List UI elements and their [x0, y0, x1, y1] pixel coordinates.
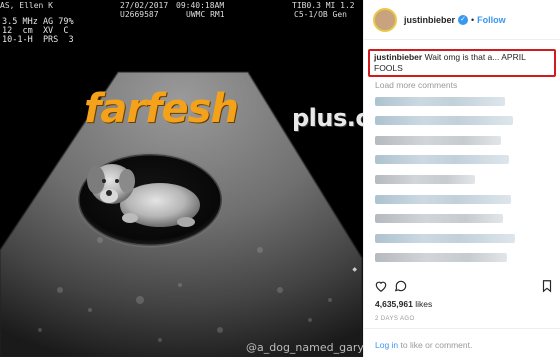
blurred-comment [375, 155, 509, 164]
blurred-comment [375, 116, 513, 125]
header-separator: • [471, 14, 475, 25]
post-sidebar: justinbieber ✓ • Follow justinbieber Wai… [363, 0, 560, 357]
post-actions [374, 279, 554, 293]
farfesh-logo: farfesh [84, 86, 239, 132]
blurred-comment [375, 234, 515, 243]
post-username[interactable]: justinbieber [404, 15, 455, 25]
blurred-comment [375, 214, 503, 223]
comment-username[interactable]: justinbieber [374, 52, 422, 62]
image-watermark: @a_dog_named_gary [246, 341, 363, 354]
blurred-comment [375, 136, 501, 145]
blurred-comment [375, 97, 505, 106]
blurred-comment [375, 175, 475, 184]
ultrasound-params: 3.5 MHz AG 79% 12 cm XV C 10-1-H PRS 3 [2, 17, 74, 45]
follow-button[interactable]: Follow [477, 15, 506, 25]
bookmark-icon[interactable] [540, 279, 554, 293]
post-header: justinbieber ✓ • Follow [364, 0, 560, 40]
blurred-comment [375, 253, 507, 262]
login-prompt: Log in to like or comment. [375, 340, 472, 350]
likes-count[interactable]: 4,635,961 likes [375, 299, 432, 309]
divider [364, 328, 560, 329]
post-timestamp[interactable]: 2 DAYS AGO [375, 316, 415, 322]
caption-comment: justinbieber Wait omg is that a... APRIL… [374, 52, 552, 74]
verified-badge-icon: ✓ [458, 14, 469, 25]
depth-marker-icon: ◆ [352, 267, 357, 273]
login-link[interactable]: Log in [375, 340, 398, 350]
avatar[interactable] [373, 7, 397, 32]
login-prompt-text: to like or comment. [400, 340, 473, 350]
blurred-comment [375, 195, 511, 204]
ultrasound-image [0, 71, 363, 357]
comment-icon[interactable] [394, 279, 408, 293]
farfesh-logo-suffix: plus.com [292, 104, 363, 132]
heart-icon[interactable] [374, 279, 388, 293]
load-more-comments-link[interactable]: Load more comments [375, 80, 457, 90]
post-media[interactable]: AS, Ellen K 27/02/2017 09:40:18AM TIB0.3… [0, 0, 363, 357]
